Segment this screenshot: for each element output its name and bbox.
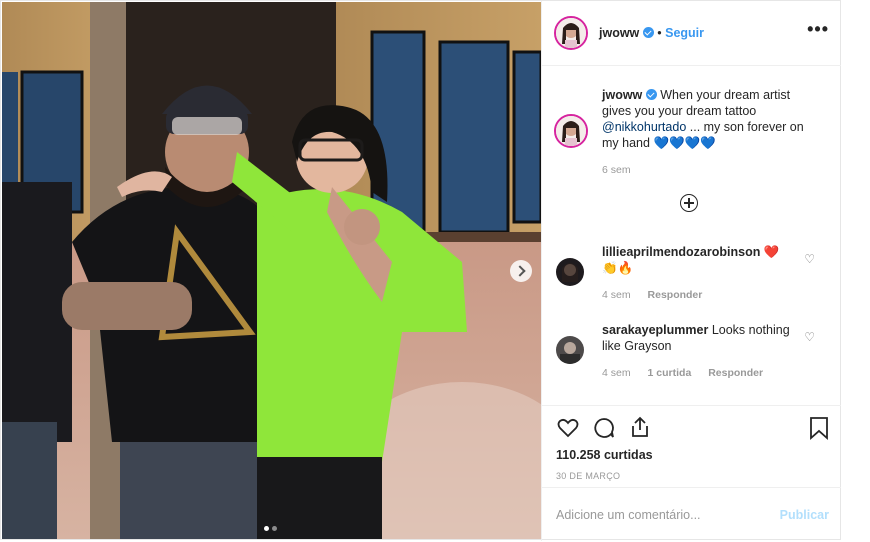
caption-time-text[interactable]: 6 sem xyxy=(602,164,631,176)
add-comment-bar: Adicione um comentário... Publicar xyxy=(542,487,841,542)
commenter-avatar[interactable] xyxy=(556,336,584,364)
comment-text: ❤️ xyxy=(763,245,780,259)
next-photo-button[interactable] xyxy=(510,260,532,282)
comment-username[interactable]: lillieaprilmendozarobinson xyxy=(602,245,760,259)
post-header: jwoww • Seguir ••• xyxy=(542,1,841,66)
commenter-avatar[interactable] xyxy=(556,258,584,286)
avatar-image xyxy=(556,258,584,286)
more-options-icon[interactable]: ••• xyxy=(807,20,829,38)
carousel-indicator xyxy=(264,520,280,534)
header-user-line: jwoww • Seguir xyxy=(599,26,704,40)
carousel-dot-active xyxy=(264,526,269,531)
avatar-image xyxy=(556,116,586,146)
caption-text: jwoww When your dream artist gives you y… xyxy=(602,87,822,151)
avatar-image xyxy=(556,336,584,364)
carousel-dot xyxy=(272,526,277,531)
comment-bubble-icon[interactable] xyxy=(592,416,616,440)
author-avatar[interactable] xyxy=(554,16,588,50)
caption-mention[interactable]: @nikkohurtado xyxy=(602,120,686,134)
comment-2-meta: 4 sem 1 curtida Responder xyxy=(602,367,777,379)
reply-button[interactable]: Responder xyxy=(708,367,763,379)
caption-username[interactable]: jwoww xyxy=(602,88,642,102)
verified-badge-icon xyxy=(645,89,657,100)
like-comment-heart-icon[interactable]: ♡ xyxy=(804,330,815,344)
post-photo[interactable] xyxy=(2,2,541,539)
likes-count[interactable]: 110.258 curtidas xyxy=(556,448,653,462)
avatar-image xyxy=(556,18,586,48)
post-date[interactable]: 30 DE MARÇO xyxy=(556,471,620,481)
instagram-post: jwoww • Seguir ••• jwoww When your dream… xyxy=(0,0,841,541)
comment-time[interactable]: 4 sem xyxy=(602,289,631,301)
reply-button[interactable]: Responder xyxy=(648,289,703,301)
comment-text-line2: 👏🔥 xyxy=(602,261,634,275)
comment-time[interactable]: 4 sem xyxy=(602,367,631,379)
post-sidebar: jwoww • Seguir ••• jwoww When your dream… xyxy=(541,1,841,541)
caption-avatar[interactable] xyxy=(554,114,588,148)
publish-button[interactable]: Publicar xyxy=(780,508,829,522)
comment-input[interactable]: Adicione um comentário... xyxy=(556,508,701,522)
load-more-comments-icon[interactable] xyxy=(680,194,698,212)
verified-badge-icon xyxy=(642,27,654,38)
comments-list: jwoww When your dream artist gives you y… xyxy=(542,66,841,406)
caption-emoji: 💙💙💙💙 xyxy=(653,136,716,150)
comment-username[interactable]: sarakayeplummer xyxy=(602,323,708,337)
caption-time: 6 sem xyxy=(602,164,645,176)
comment-1-meta: 4 sem Responder xyxy=(602,289,716,301)
like-heart-icon[interactable] xyxy=(556,416,580,440)
dot-separator: • xyxy=(657,26,662,40)
post-photo-image xyxy=(2,2,541,539)
post-actions: 110.258 curtidas 30 DE MARÇO xyxy=(542,405,841,488)
share-icon[interactable] xyxy=(628,415,652,439)
comment-like-count[interactable]: 1 curtida xyxy=(648,367,692,379)
comment-2: sarakayeplummer Looks nothing like Grays… xyxy=(602,322,802,354)
like-comment-heart-icon[interactable]: ♡ xyxy=(804,252,815,266)
bookmark-save-icon[interactable] xyxy=(808,416,830,440)
follow-button[interactable]: Seguir xyxy=(665,26,704,40)
comment-1: lillieaprilmendozarobinson ❤️ 👏🔥 xyxy=(602,244,802,276)
author-username[interactable]: jwoww xyxy=(599,26,639,40)
